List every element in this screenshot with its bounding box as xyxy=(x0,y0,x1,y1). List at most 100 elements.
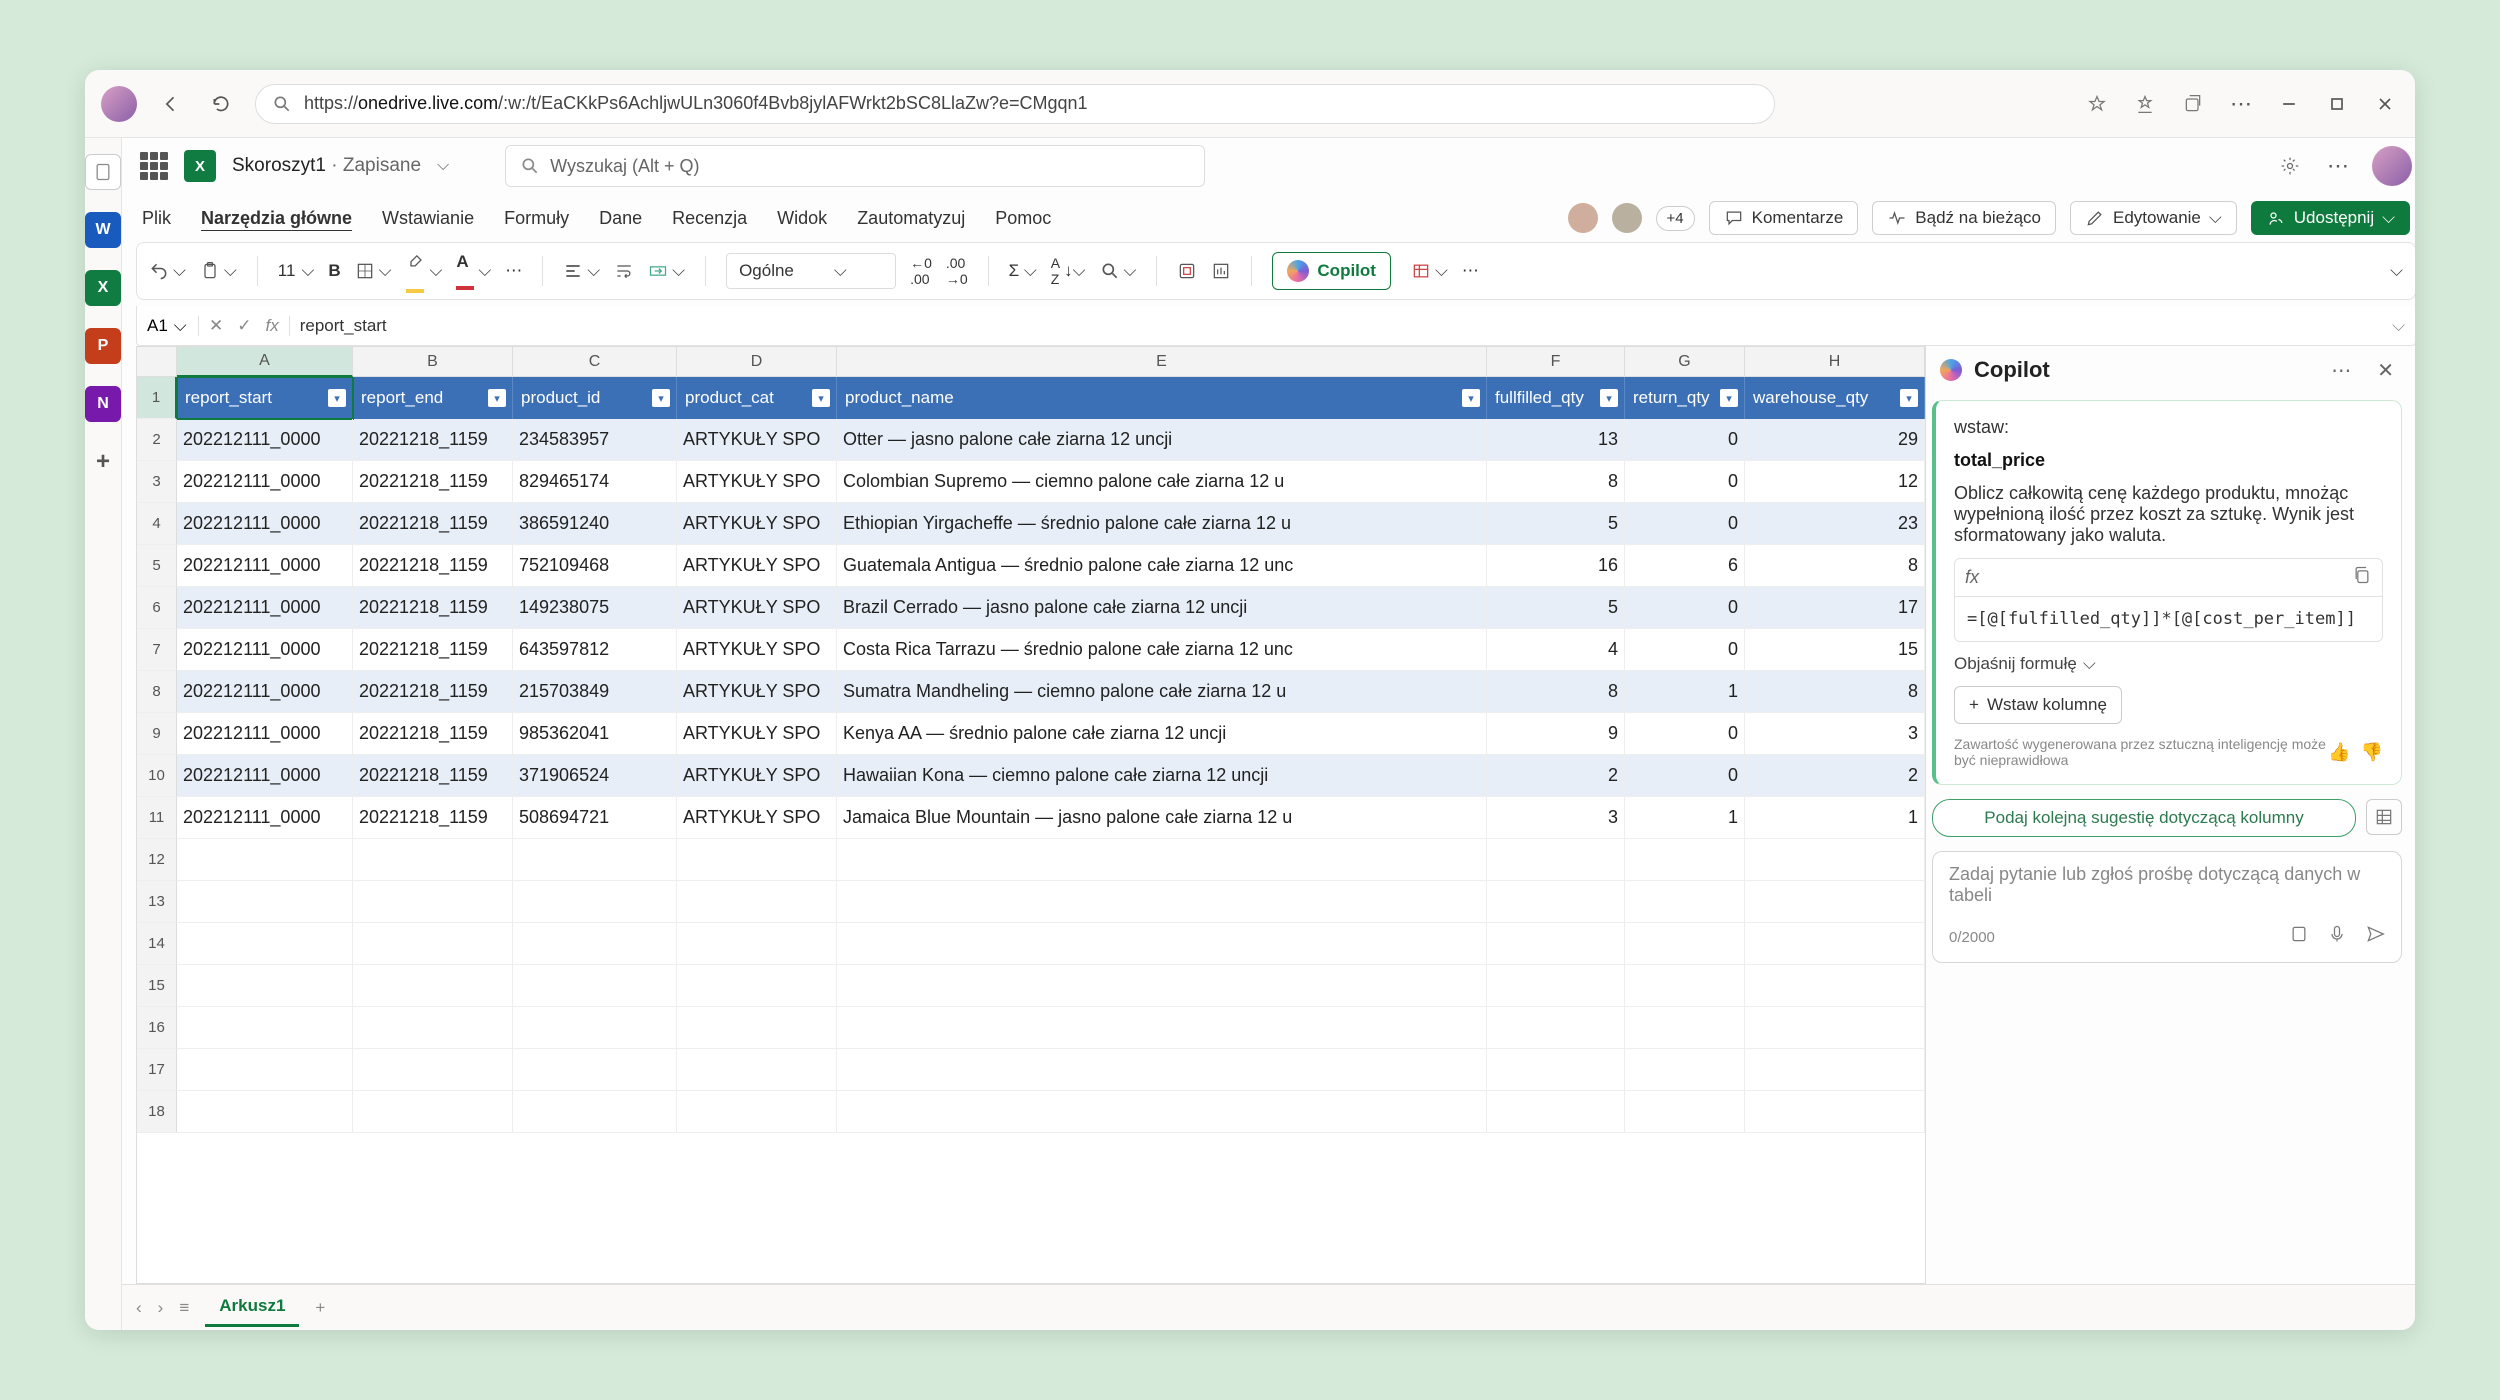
cell[interactable] xyxy=(177,839,353,881)
cell[interactable] xyxy=(513,881,677,923)
cell[interactable] xyxy=(837,923,1487,965)
cell[interactable]: 8 xyxy=(1745,545,1925,587)
presence-count[interactable]: +4 xyxy=(1656,206,1695,231)
cell[interactable]: Otter — jasno palone całe ziarna 12 uncj… xyxy=(837,419,1487,461)
cell[interactable] xyxy=(677,965,837,1007)
col-header[interactable]: D xyxy=(677,347,837,377)
cell[interactable]: 17 xyxy=(1745,587,1925,629)
cell[interactable] xyxy=(513,1091,677,1133)
cell[interactable] xyxy=(513,839,677,881)
cell[interactable] xyxy=(177,881,353,923)
cell[interactable]: 5 xyxy=(1487,587,1625,629)
favorites-bar-icon[interactable] xyxy=(2131,90,2159,118)
cell[interactable]: 20221218_1159 xyxy=(353,713,513,755)
cell[interactable]: 202212111_0000 xyxy=(177,671,353,713)
rail-file-icon[interactable] xyxy=(85,154,121,190)
expand-formula-icon[interactable]: ⌵ xyxy=(2392,316,2405,336)
tab-automate[interactable]: Zautomatyzuj xyxy=(857,208,965,229)
editing-mode-button[interactable]: Edytowanie ⌵ xyxy=(2070,201,2237,235)
cell[interactable] xyxy=(837,1007,1487,1049)
presence-avatar-2[interactable] xyxy=(1612,203,1642,233)
fill-color-button[interactable]: ⌵ xyxy=(406,250,443,293)
cell[interactable] xyxy=(677,1049,837,1091)
cell[interactable]: 202212111_0000 xyxy=(177,713,353,755)
data-grid-icon[interactable] xyxy=(2366,799,2402,835)
document-title[interactable]: Skoroszyt1 · Zapisane xyxy=(232,155,421,177)
search-input[interactable]: Wyszukaj (Alt + Q) xyxy=(505,145,1205,187)
cell[interactable]: 3 xyxy=(1745,713,1925,755)
cell[interactable] xyxy=(177,923,353,965)
row-header[interactable]: 15 xyxy=(137,965,177,1007)
bold-button[interactable]: B xyxy=(328,261,340,281)
col-header[interactable]: A xyxy=(177,347,353,377)
row-header[interactable]: 18 xyxy=(137,1091,177,1133)
accept-formula-icon[interactable]: ✓ xyxy=(237,316,251,336)
cell[interactable]: Hawaiian Kona — ciemno palone całe ziarn… xyxy=(837,755,1487,797)
fx-icon[interactable]: fx xyxy=(266,316,279,336)
cell[interactable] xyxy=(513,923,677,965)
cell[interactable]: 1 xyxy=(1625,671,1745,713)
cell[interactable]: 1 xyxy=(1745,797,1925,839)
thumbs-up-icon[interactable]: 👍 xyxy=(2328,742,2350,763)
tab-insert[interactable]: Wstawianie xyxy=(382,208,474,229)
borders-button[interactable]: ⌵ xyxy=(355,261,392,281)
copilot-button[interactable]: Copilot xyxy=(1272,252,1391,290)
cell[interactable]: 13 xyxy=(1487,419,1625,461)
copilot-close-icon[interactable]: ✕ xyxy=(2377,358,2394,383)
cell[interactable]: 20221218_1159 xyxy=(353,545,513,587)
cell[interactable]: ARTYKUŁY SPO xyxy=(677,587,837,629)
cell[interactable]: 20221218_1159 xyxy=(353,629,513,671)
row-header[interactable]: 5 xyxy=(137,545,177,587)
col-header[interactable]: B xyxy=(353,347,513,377)
cell[interactable] xyxy=(1745,1049,1925,1091)
cell[interactable] xyxy=(837,965,1487,1007)
cell[interactable] xyxy=(837,1049,1487,1091)
profile-avatar[interactable] xyxy=(101,86,137,122)
thumbs-down-icon[interactable]: 👎 xyxy=(2361,742,2383,763)
filter-icon[interactable]: ▾ xyxy=(328,389,346,407)
cell[interactable] xyxy=(1745,923,1925,965)
chevron-down-icon[interactable]: ⌵ xyxy=(437,157,449,175)
addins-icon[interactable] xyxy=(1177,261,1197,281)
cell[interactable] xyxy=(353,965,513,1007)
row-header[interactable]: 14 xyxy=(137,923,177,965)
table-header-cell[interactable]: product_id▾ xyxy=(513,377,677,419)
tab-view[interactable]: Widok xyxy=(777,208,827,229)
table-header-cell[interactable]: report_start▾ xyxy=(177,377,353,419)
table-header-cell[interactable]: return_qty▾ xyxy=(1625,377,1745,419)
tab-data[interactable]: Dane xyxy=(599,208,642,229)
undo-button[interactable]: ⌵ xyxy=(149,261,186,281)
rail-excel-icon[interactable]: X xyxy=(85,270,121,306)
cell[interactable]: 386591240 xyxy=(513,503,677,545)
row-header[interactable]: 7 xyxy=(137,629,177,671)
tab-home[interactable]: Narzędzia główne xyxy=(201,208,352,229)
sort-button[interactable]: AZ↓⌵ xyxy=(1051,255,1086,287)
rail-add-icon[interactable]: + xyxy=(85,444,121,480)
cell[interactable]: 16 xyxy=(1487,545,1625,587)
minimize-button[interactable] xyxy=(2275,90,2303,118)
cell[interactable]: 0 xyxy=(1625,713,1745,755)
cell[interactable]: ARTYKUŁY SPO xyxy=(677,545,837,587)
cell[interactable]: 0 xyxy=(1625,755,1745,797)
cell[interactable] xyxy=(177,1049,353,1091)
presence-avatar-1[interactable] xyxy=(1568,203,1598,233)
cell[interactable]: 23 xyxy=(1745,503,1925,545)
cell[interactable]: 20221218_1159 xyxy=(353,755,513,797)
cell[interactable] xyxy=(677,1007,837,1049)
cell[interactable]: 2 xyxy=(1487,755,1625,797)
cell[interactable] xyxy=(1625,965,1745,1007)
table-header-cell[interactable]: product_name▾ xyxy=(837,377,1487,419)
next-suggestion-button[interactable]: Podaj kolejną sugestię dotyczącą kolumny xyxy=(1932,799,2356,837)
cell[interactable]: 8 xyxy=(1487,671,1625,713)
cell[interactable]: 202212111_0000 xyxy=(177,461,353,503)
cell[interactable]: 0 xyxy=(1625,503,1745,545)
cell[interactable]: 20221218_1159 xyxy=(353,797,513,839)
more-icon[interactable]: ⋯ xyxy=(2227,90,2255,118)
cell[interactable]: 202212111_0000 xyxy=(177,503,353,545)
cell[interactable]: 4 xyxy=(1487,629,1625,671)
copy-formula-icon[interactable] xyxy=(2352,565,2372,590)
cell[interactable] xyxy=(1487,1007,1625,1049)
formula-input[interactable]: report_start xyxy=(300,316,2382,336)
filter-icon[interactable]: ▾ xyxy=(1720,389,1738,407)
cell[interactable]: ARTYKUŁY SPO xyxy=(677,755,837,797)
